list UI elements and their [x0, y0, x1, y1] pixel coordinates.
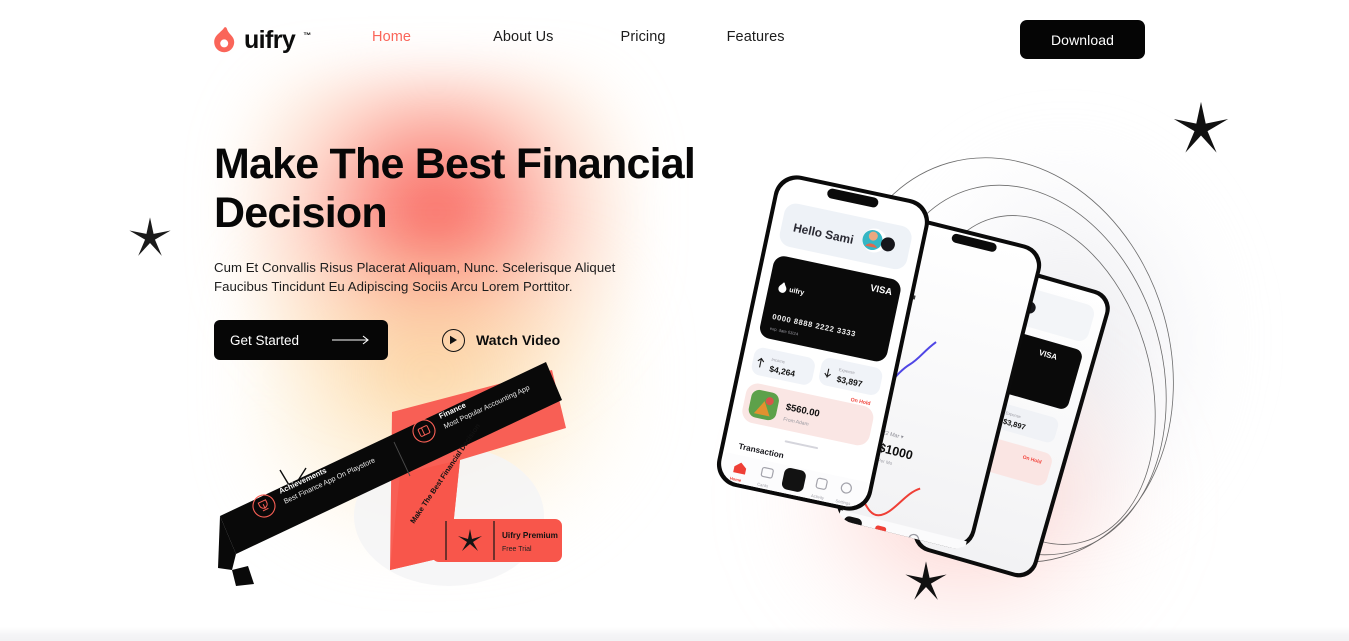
hero-section: Make The Best Financial Decision Cum Et …: [214, 140, 734, 360]
flame-icon: [212, 27, 236, 53]
page-bottom-divider: [0, 627, 1349, 641]
ticket-title: Uifry Premium: [502, 531, 558, 540]
tab-settings: Settings: [900, 533, 920, 559]
svg-text:Activity: Activity: [869, 542, 886, 551]
sparkle-left-icon: [129, 217, 171, 256]
site-header: uifry ™ Home About Us Pricing Features D…: [0, 0, 1349, 78]
achievement-ribbon-graphic: Achievements Best Finance App On Playsto…: [214, 356, 614, 596]
ticket-subtitle: Free Trial: [502, 546, 532, 553]
hero-cta-row: Get Started Watch Video: [214, 320, 734, 360]
page-title: Make The Best Financial Decision: [214, 140, 734, 238]
download-button[interactable]: Download: [1020, 20, 1145, 59]
svg-text:Settings: Settings: [900, 550, 916, 559]
nav-item-features[interactable]: Features: [727, 29, 785, 45]
get-started-button[interactable]: Get Started: [214, 320, 388, 360]
trademark-symbol: ™: [303, 31, 312, 40]
play-circle-icon: [442, 328, 465, 352]
brand-wordmark: uifry: [244, 25, 296, 54]
premium-ticket: Uifry Premium Free Trial: [432, 519, 562, 562]
landing-page: uifry ™ Home About Us Pricing Features D…: [0, 0, 1349, 641]
nav-item-about-us[interactable]: About Us: [493, 29, 553, 45]
watch-video-label: Watch Video: [476, 332, 561, 348]
sparkle-top-right-icon: [1173, 101, 1229, 153]
watch-video-button[interactable]: Watch Video: [442, 328, 561, 352]
get-started-label: Get Started: [230, 332, 300, 348]
nav-item-home[interactable]: Home: [372, 29, 411, 45]
brand-logo[interactable]: uifry ™: [212, 27, 311, 53]
headline-line-1: Make The Best Financial: [214, 140, 696, 188]
nav-item-pricing[interactable]: Pricing: [621, 29, 666, 45]
hero-subcopy: Cum Et Convallis Risus Placerat Aliquam,…: [214, 260, 616, 294]
sparkle-bottom-center-icon: [905, 561, 947, 600]
arrow-right-icon: [332, 333, 372, 348]
headline-line-2: Decision: [214, 189, 388, 237]
main-nav: Home About Us Pricing Features: [372, 29, 785, 45]
